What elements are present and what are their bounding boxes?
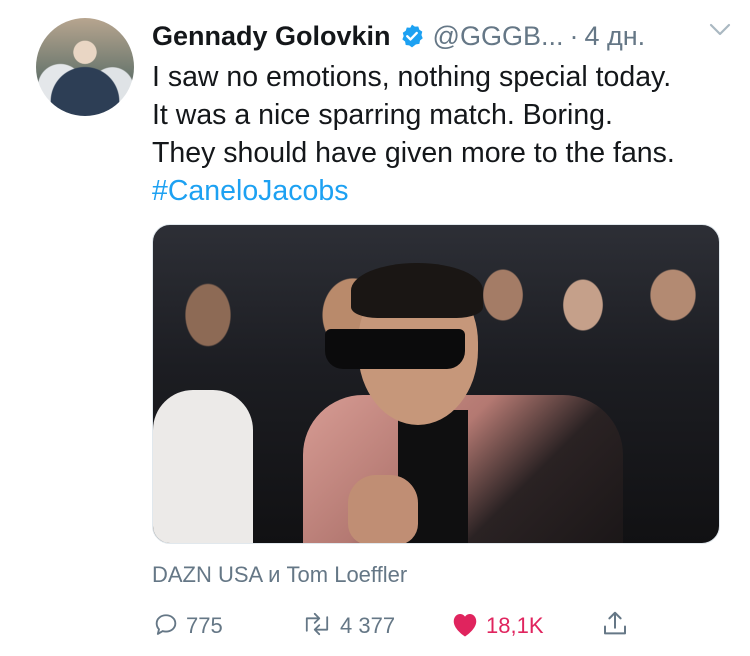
reply-count: 775 <box>186 613 223 638</box>
reply-icon <box>152 610 180 643</box>
handle[interactable]: @GGGB... <box>433 21 564 52</box>
heart-icon <box>450 610 480 643</box>
tweet-text-line: It was a nice sparring match. Boring. <box>152 99 613 131</box>
tweet-header: Gennady Golovkin @GGGB... · 4 дн. <box>152 16 730 56</box>
photo-hair <box>351 263 483 318</box>
chevron-down-icon[interactable] <box>708 22 732 43</box>
like-count: 18,1K <box>486 613 544 638</box>
tweet-text: I saw no emotions, nothing special today… <box>152 58 732 210</box>
share-icon <box>600 609 630 644</box>
verified-badge-icon <box>399 23 425 49</box>
tweet-actions: 775 4 377 18,1K <box>152 608 642 648</box>
like-button[interactable]: 18,1K <box>450 608 544 644</box>
hashtag-link[interactable]: #CaneloJacobs <box>152 172 732 210</box>
retweet-count: 4 377 <box>340 613 396 638</box>
retweet-button[interactable]: 4 377 <box>300 608 395 644</box>
timestamp[interactable]: 4 дн. <box>584 21 645 52</box>
share-button[interactable] <box>600 608 630 644</box>
photo-bystander <box>153 390 253 543</box>
display-name[interactable]: Gennady Golovkin <box>152 21 391 52</box>
retweet-icon <box>300 610 334 643</box>
photo-thumbs-up <box>348 475 418 543</box>
tweet-photo[interactable] <box>152 224 720 544</box>
tweet-text-line: I saw no emotions, nothing special today… <box>152 61 672 93</box>
tweet-text-line: They should have given more to the fans. <box>152 137 675 169</box>
media-attribution[interactable]: DAZN USA и Tom Loeffler <box>152 562 407 588</box>
separator-dot: · <box>569 20 579 51</box>
avatar[interactable] <box>36 18 134 116</box>
photo-sunglasses <box>325 329 465 369</box>
reply-button[interactable]: 775 <box>152 608 223 644</box>
